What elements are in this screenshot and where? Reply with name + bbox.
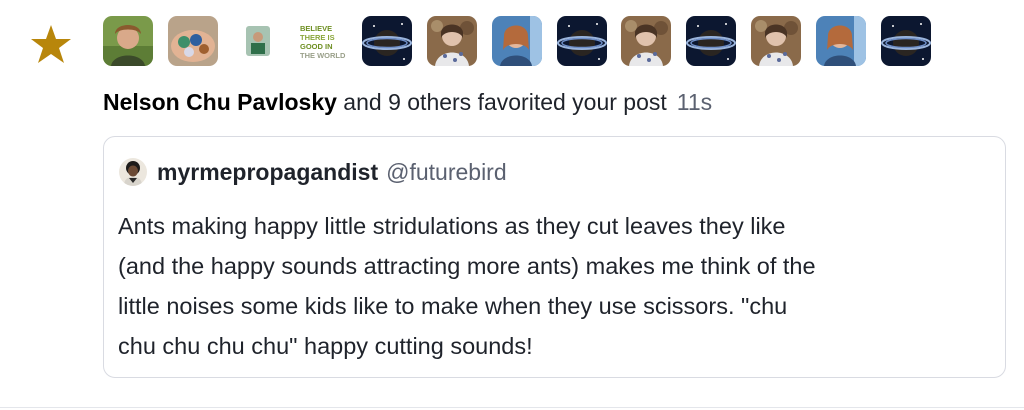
- relative-time[interactable]: 11s: [677, 89, 712, 115]
- avatar-9[interactable]: [621, 16, 672, 66]
- avatar-8[interactable]: [556, 16, 607, 66]
- author-handle[interactable]: @futurebird: [386, 159, 507, 186]
- notification-divider: [0, 407, 1024, 408]
- actor-name-link[interactable]: Nelson Chu Pavlosky: [103, 89, 337, 115]
- svg-text:THE WORLD: THE WORLD: [300, 51, 346, 60]
- avatar-5[interactable]: [362, 16, 413, 66]
- star-icon: [31, 25, 71, 63]
- avatar-3[interactable]: [232, 16, 283, 66]
- status-author[interactable]: myrmepropagandist @futurebird: [119, 158, 507, 186]
- author-display-name[interactable]: myrmepropagandist: [157, 159, 378, 186]
- svg-text:BELIEVE: BELIEVE: [300, 24, 332, 33]
- avatar-11[interactable]: [750, 16, 801, 66]
- avatar-7[interactable]: [491, 16, 542, 66]
- status-content: Ants making happy little stridulations a…: [118, 213, 816, 359]
- avatar-2[interactable]: [167, 16, 218, 66]
- avatar-1[interactable]: [103, 16, 153, 66]
- svg-text:GOOD IN: GOOD IN: [300, 42, 333, 51]
- notification-action-text: and 9 others favorited your post: [336, 89, 667, 115]
- avatar-10[interactable]: [686, 16, 737, 66]
- favourited-status-card[interactable]: myrmepropagandist @futurebird Ants makin…: [103, 136, 1006, 378]
- avatar-6[interactable]: [426, 16, 477, 66]
- favouriting-accounts-avatars: BELIEVE THERE IS GOOD IN THE WORLD: [103, 16, 931, 66]
- author-avatar[interactable]: [119, 158, 147, 186]
- avatar-4[interactable]: BELIEVE THERE IS GOOD IN THE WORLD: [297, 16, 348, 66]
- svg-text:THERE IS: THERE IS: [300, 33, 335, 42]
- avatar-13[interactable]: [880, 16, 931, 66]
- avatar-12[interactable]: [815, 16, 866, 66]
- notification-summary: Nelson Chu Pavlosky and 9 others favorit…: [103, 87, 712, 117]
- favourite-notification[interactable]: BELIEVE THERE IS GOOD IN THE WORLD Nelson C…: [0, 0, 1024, 410]
